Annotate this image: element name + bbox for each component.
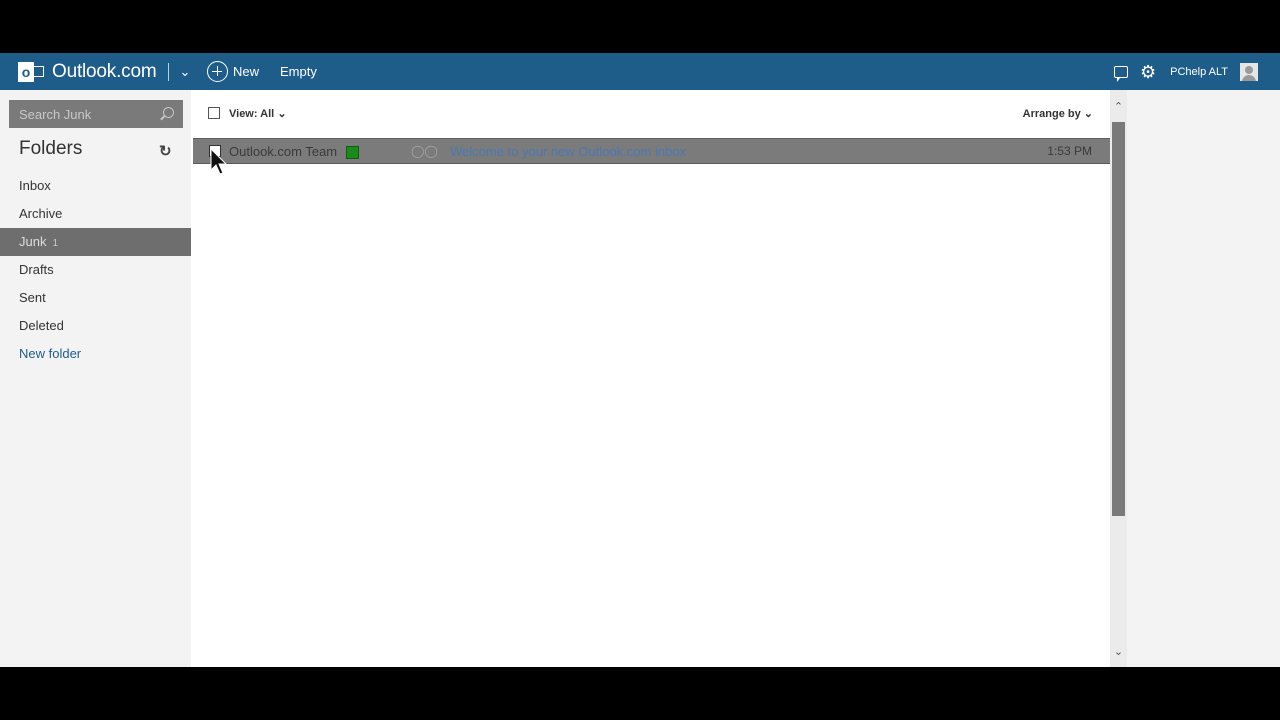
chevron-up-icon[interactable]: ⌃ xyxy=(1113,100,1124,113)
arrange-by-label: Arrange by xyxy=(1022,108,1081,120)
scrollbar-thumb[interactable] xyxy=(1112,122,1125,516)
top-bar: o Outlook.com ⌄ New Empty ⚙ PChelp ALT xyxy=(0,53,1280,90)
sidebar-item-label: Junk xyxy=(19,234,47,249)
sidebar-item-label: Deleted xyxy=(19,318,64,333)
message-sender: Outlook.com Team xyxy=(229,144,338,159)
messaging-icon[interactable] xyxy=(1113,65,1128,82)
sidebar-item-label: Sent xyxy=(19,290,46,305)
list-toolbar: View: All ⌄ Arrange by ⌄ xyxy=(191,90,1110,136)
new-message-label: New xyxy=(233,64,260,79)
view-filter-label: View: All xyxy=(229,108,275,120)
sidebar-item-inbox[interactable]: Inbox xyxy=(0,172,191,200)
select-all-checkbox[interactable] xyxy=(208,107,220,119)
mouse-cursor-icon xyxy=(210,148,228,175)
chevron-down-icon: ⌄ xyxy=(1083,108,1093,120)
folders-heading: Folders xyxy=(19,138,83,159)
user-name[interactable]: PChelp ALT xyxy=(1170,66,1228,78)
sidebar-item-deleted[interactable]: Deleted xyxy=(0,312,191,340)
chevron-down-icon[interactable]: ⌄ xyxy=(1113,645,1124,658)
search-icon[interactable] xyxy=(163,107,174,118)
arrange-by-dropdown[interactable]: Arrange by ⌄ xyxy=(1023,107,1093,120)
message-type-icon: ◯◯ xyxy=(411,144,438,158)
trusted-sender-icon xyxy=(346,146,359,159)
reading-pane xyxy=(1127,90,1275,667)
search-box xyxy=(9,100,183,128)
sidebar: Folders ↻ Inbox Archive Junk 1 Drafts Sen… xyxy=(0,90,191,667)
chevron-down-icon[interactable]: ⌄ xyxy=(179,64,190,80)
folder-list: Inbox Archive Junk 1 Drafts Sent Deleted … xyxy=(0,172,191,368)
sidebar-item-label: Drafts xyxy=(19,262,54,277)
sidebar-item-label: Inbox xyxy=(19,178,51,193)
chevron-down-icon: ⌄ xyxy=(277,108,287,120)
avatar[interactable] xyxy=(1240,62,1258,81)
sidebar-item-archive[interactable]: Archive xyxy=(0,200,191,228)
message-subject: Welcome to your new Outlook.com inbox xyxy=(450,144,687,159)
top-right-controls: ⚙ PChelp ALT xyxy=(1113,59,1258,84)
new-folder-link[interactable]: New folder xyxy=(0,340,191,368)
message-date: 1:53 PM xyxy=(1047,144,1092,158)
list-scrollbar[interactable]: ⌃ ⌄ xyxy=(1110,90,1127,667)
brand-menu[interactable]: o Outlook.com ⌄ xyxy=(18,60,190,84)
message-list-pane: View: All ⌄ Arrange by ⌄ Outlook.com Tea… xyxy=(191,90,1110,667)
view-filter-dropdown[interactable]: View: All ⌄ xyxy=(229,107,287,120)
brand-name: Outlook.com xyxy=(52,61,157,82)
outlook-logo-icon: o xyxy=(18,61,44,83)
new-message-button[interactable]: New xyxy=(207,59,259,84)
brand-divider xyxy=(168,63,170,81)
sidebar-item-label: Archive xyxy=(19,206,63,221)
gear-icon[interactable]: ⚙ xyxy=(1140,63,1156,81)
empty-folder-button[interactable]: Empty xyxy=(280,64,317,79)
sidebar-item-drafts[interactable]: Drafts xyxy=(0,256,191,284)
outlook-app: o Outlook.com ⌄ New Empty ⚙ PChelp ALT F… xyxy=(0,53,1280,667)
sidebar-item-sent[interactable]: Sent xyxy=(0,284,191,312)
sidebar-item-junk[interactable]: Junk 1 xyxy=(0,228,191,256)
table-row[interactable]: Outlook.com Team ◯◯ Welcome to your new … xyxy=(193,138,1110,164)
refresh-icon[interactable]: ↻ xyxy=(159,142,172,160)
plus-circle-icon xyxy=(207,61,228,82)
unread-count-badge: 1 xyxy=(52,238,59,249)
search-input[interactable] xyxy=(17,106,161,123)
